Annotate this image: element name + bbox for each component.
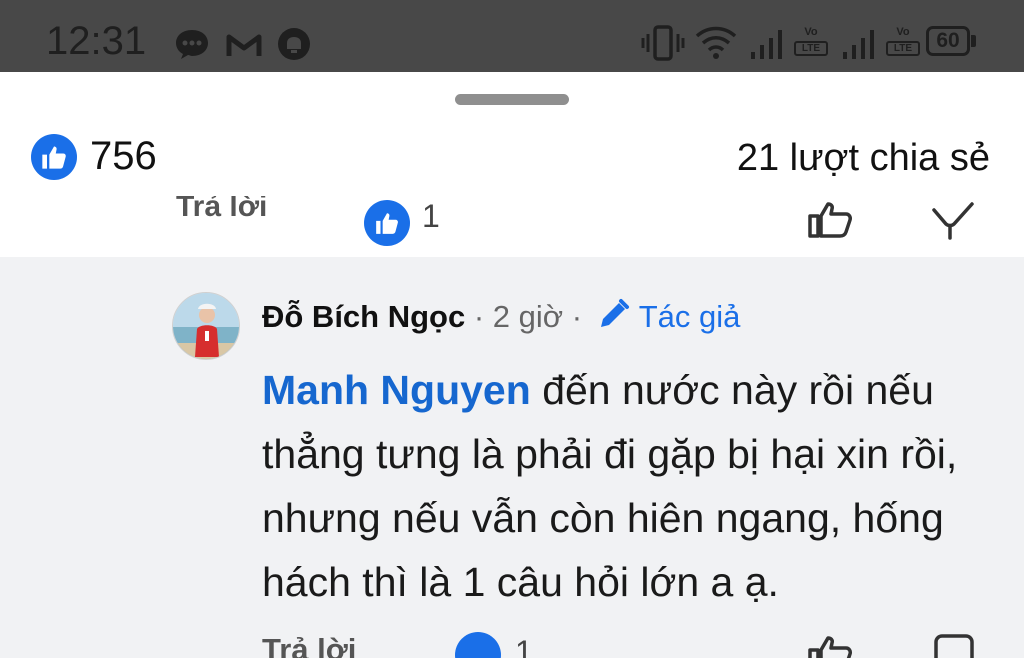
post-like-count[interactable]: 756 (90, 133, 157, 179)
mention-link[interactable]: Manh Nguyen (262, 367, 531, 413)
comment-author[interactable]: Đỗ Bích Ngọc (262, 299, 465, 334)
wifi-icon (695, 26, 737, 59)
battery-tip (971, 35, 976, 47)
pencil-icon (600, 299, 629, 327)
notification-app-icon (278, 28, 310, 60)
thumbs-up-icon (364, 200, 410, 246)
volte-lte-icon: Vo LTE (886, 26, 920, 58)
battery-icon: 60 (926, 26, 970, 56)
gmail-icon (226, 34, 262, 56)
clock: 12:31 (46, 19, 147, 63)
comment-body: Manh Nguyen đến nước này rồi nếu thẳng t… (262, 358, 1002, 614)
comment-header: Đỗ Bích Ngọc · 2 giờ · Tác giả (262, 296, 740, 338)
comment-bubble-icon[interactable] (932, 632, 976, 658)
volte-lte-icon: Vo LTE (794, 26, 828, 58)
signal-icon (751, 30, 782, 59)
reply-button[interactable]: Trả lời (176, 196, 267, 227)
comment-like-count: 1 (422, 198, 440, 234)
thumbs-up-icon (42, 146, 66, 169)
sheet-drag-handle[interactable] (455, 94, 569, 105)
vibrate-icon (641, 25, 685, 61)
previous-comment-actions: Trả lời 1 (0, 196, 1024, 256)
like-button-icon[interactable] (806, 630, 856, 658)
post-share-count[interactable]: 21 lượt chia sẻ (737, 135, 990, 181)
like-reaction-icon[interactable] (31, 134, 77, 180)
like-button-icon[interactable] (806, 196, 856, 240)
reply-arrow-icon[interactable] (930, 196, 976, 240)
comment-like-count: 1 (515, 634, 533, 658)
thumbs-up-icon (455, 632, 501, 658)
signal-icon (843, 30, 874, 59)
comment-actions: Trả lời 1 (0, 628, 1024, 658)
reply-button[interactable]: Trả lời (262, 630, 356, 658)
comment-time: · 2 giờ · (473, 299, 583, 334)
status-bar: 12:31 Vo LTE Vo LTE 60 (0, 0, 1024, 72)
avatar[interactable] (172, 292, 240, 360)
chat-bubble-icon (176, 30, 208, 59)
author-badge: Tác giả (638, 299, 741, 334)
